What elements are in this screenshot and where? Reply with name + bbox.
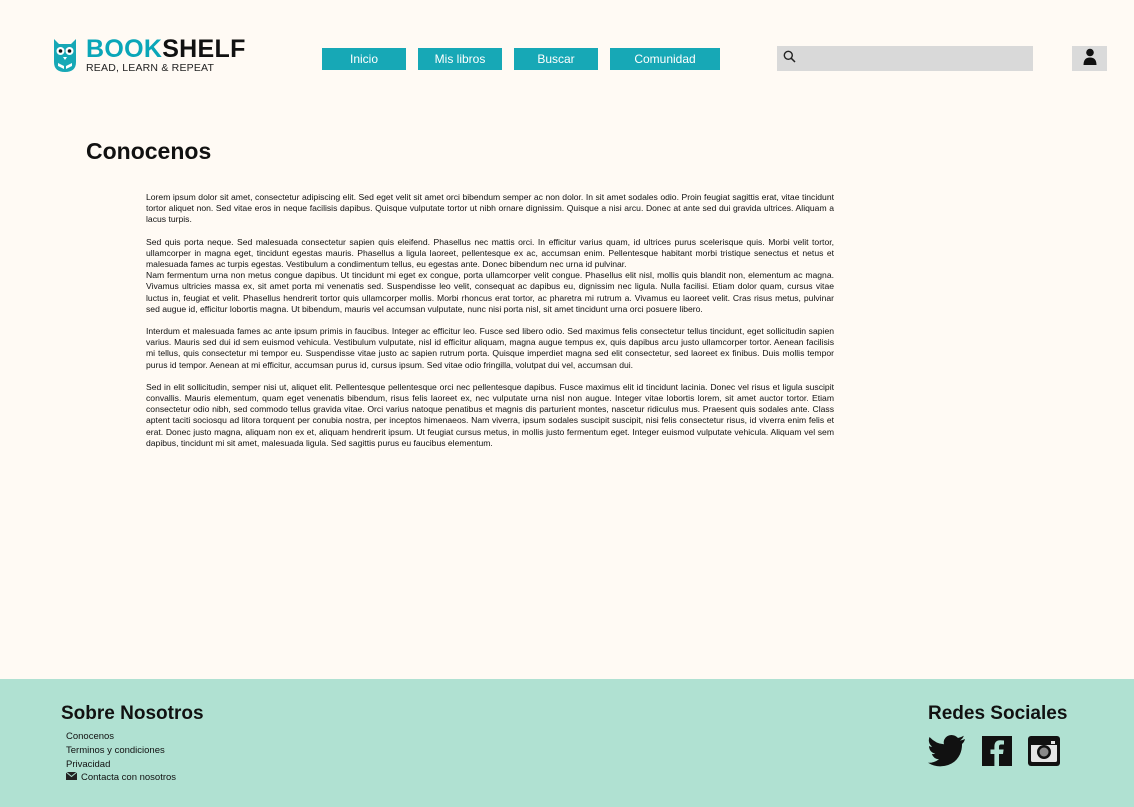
nav-inicio-button[interactable]: Inicio: [322, 48, 406, 70]
facebook-icon[interactable]: [982, 736, 1012, 771]
footer-link-terminos[interactable]: Terminos y condiciones: [66, 744, 176, 758]
footer-about-title: Sobre Nosotros: [61, 703, 204, 724]
footer: Sobre Nosotros Conocenos Terminos y cond…: [0, 679, 1134, 807]
search-icon[interactable]: [777, 50, 796, 68]
footer-link-privacidad[interactable]: Privacidad: [66, 758, 176, 772]
footer-link-conocenos[interactable]: Conocenos: [66, 730, 176, 744]
content-paragraph: Sed quis porta neque. Sed malesuada cons…: [146, 236, 834, 270]
search-bar: [777, 45, 1033, 72]
nav-buscar-button[interactable]: Buscar: [514, 48, 598, 70]
twitter-icon[interactable]: [928, 735, 966, 772]
search-input[interactable]: [796, 45, 1033, 72]
footer-link-contacto[interactable]: Contacta con nosotros: [65, 771, 177, 785]
brand-tagline: READ, LEARN & REPEAT: [86, 61, 215, 74]
main-nav: Inicio Mis libros Buscar Comunidad: [322, 48, 720, 70]
instagram-icon[interactable]: [1028, 736, 1060, 771]
about-content: Lorem ipsum dolor sit amet, consectetur …: [146, 192, 834, 449]
footer-links: Conocenos Terminos y condiciones Privaci…: [65, 730, 177, 785]
user-icon: [1083, 48, 1097, 70]
social-icons: [928, 735, 1076, 772]
content-paragraph: Nam fermentum urna non metus congue dapi…: [146, 270, 834, 314]
user-profile-button[interactable]: [1072, 46, 1107, 71]
brand-name: BOOKSHELF: [86, 34, 246, 63]
owl-logo-icon: [52, 36, 78, 74]
footer-link-contacto-label: Contacta con nosotros: [81, 772, 177, 784]
nav-comunidad-button[interactable]: Comunidad: [610, 48, 720, 70]
nav-mis-libros-button[interactable]: Mis libros: [418, 48, 502, 70]
page-title: Conocenos: [86, 138, 212, 164]
footer-social-title: Redes Sociales: [928, 703, 1068, 724]
content-paragraph: Interdum et malesuada fames ac ante ipsu…: [146, 326, 834, 370]
brand-logo[interactable]: BOOKSHELF READ, LEARN & REPEAT: [52, 34, 257, 76]
envelope-icon: [65, 771, 81, 785]
content-paragraph: Sed in elit sollicitudin, semper nisi ut…: [146, 381, 834, 448]
content-paragraph: Lorem ipsum dolor sit amet, consectetur …: [146, 192, 834, 225]
